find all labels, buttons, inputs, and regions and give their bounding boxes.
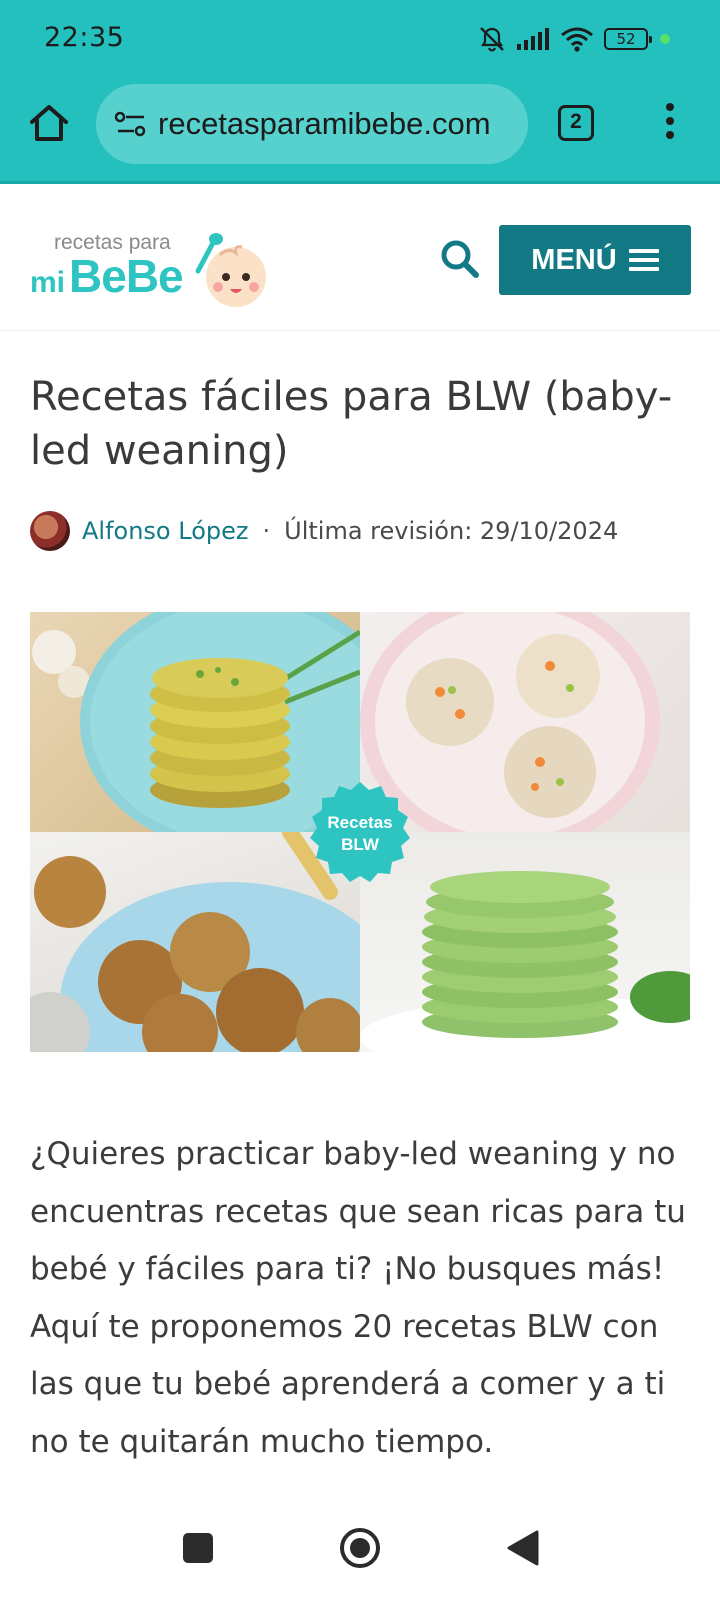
system-nav-bar	[0, 1505, 720, 1600]
signal-icon	[517, 28, 549, 50]
baby-face-icon	[195, 233, 266, 307]
status-time: 22:35	[44, 22, 125, 53]
wifi-icon	[561, 27, 593, 52]
menu-button[interactable]: MENÚ	[499, 225, 691, 295]
status-bar: 22:35 52	[0, 0, 720, 78]
author-link[interactable]: Alfonso López	[82, 517, 248, 545]
site-settings-icon[interactable]	[114, 110, 148, 138]
meta-separator: ·	[262, 517, 271, 545]
revision-date: Última revisión: 29/10/2024	[284, 517, 619, 545]
more-icon[interactable]	[660, 103, 680, 145]
intro-paragraph: ¿Quieres practicar baby-led weaning y no…	[30, 1136, 686, 1460]
tabs-button[interactable]: 2	[558, 105, 594, 141]
hamburger-icon	[628, 244, 659, 276]
article-title: Recetas fáciles para BLW (baby-led weani…	[30, 374, 673, 474]
badge-label: Recetas BLW	[327, 813, 393, 854]
back-icon[interactable]	[507, 1530, 539, 1566]
battery-icon: 52	[604, 28, 652, 50]
address-bar[interactable]: recetasparamibebe.com	[96, 84, 528, 164]
search-icon[interactable]	[438, 237, 482, 281]
active-dot	[660, 34, 670, 44]
menu-label: MENÚ	[531, 243, 617, 276]
home-circle-icon[interactable]	[339, 1527, 381, 1569]
url-text[interactable]: recetasparamibebe.com	[158, 106, 491, 142]
bell-muted-icon	[480, 27, 504, 52]
article-meta: Alfonso López · Última revisión: 29/10/2…	[30, 510, 618, 552]
home-icon[interactable]	[26, 100, 72, 146]
author-avatar[interactable]	[30, 511, 70, 551]
logo-wordmark: miBeBe	[30, 250, 184, 302]
site-logo[interactable]: recetas para miBeBe	[30, 209, 270, 309]
browser-toolbar: recetasparamibebe.com 2	[0, 78, 720, 184]
status-icons: 52	[478, 24, 670, 54]
site-header: recetas para miBeBe MENÚ	[0, 187, 720, 331]
recents-icon[interactable]	[183, 1533, 213, 1563]
hero-image: Recetas BLW	[30, 612, 690, 1052]
